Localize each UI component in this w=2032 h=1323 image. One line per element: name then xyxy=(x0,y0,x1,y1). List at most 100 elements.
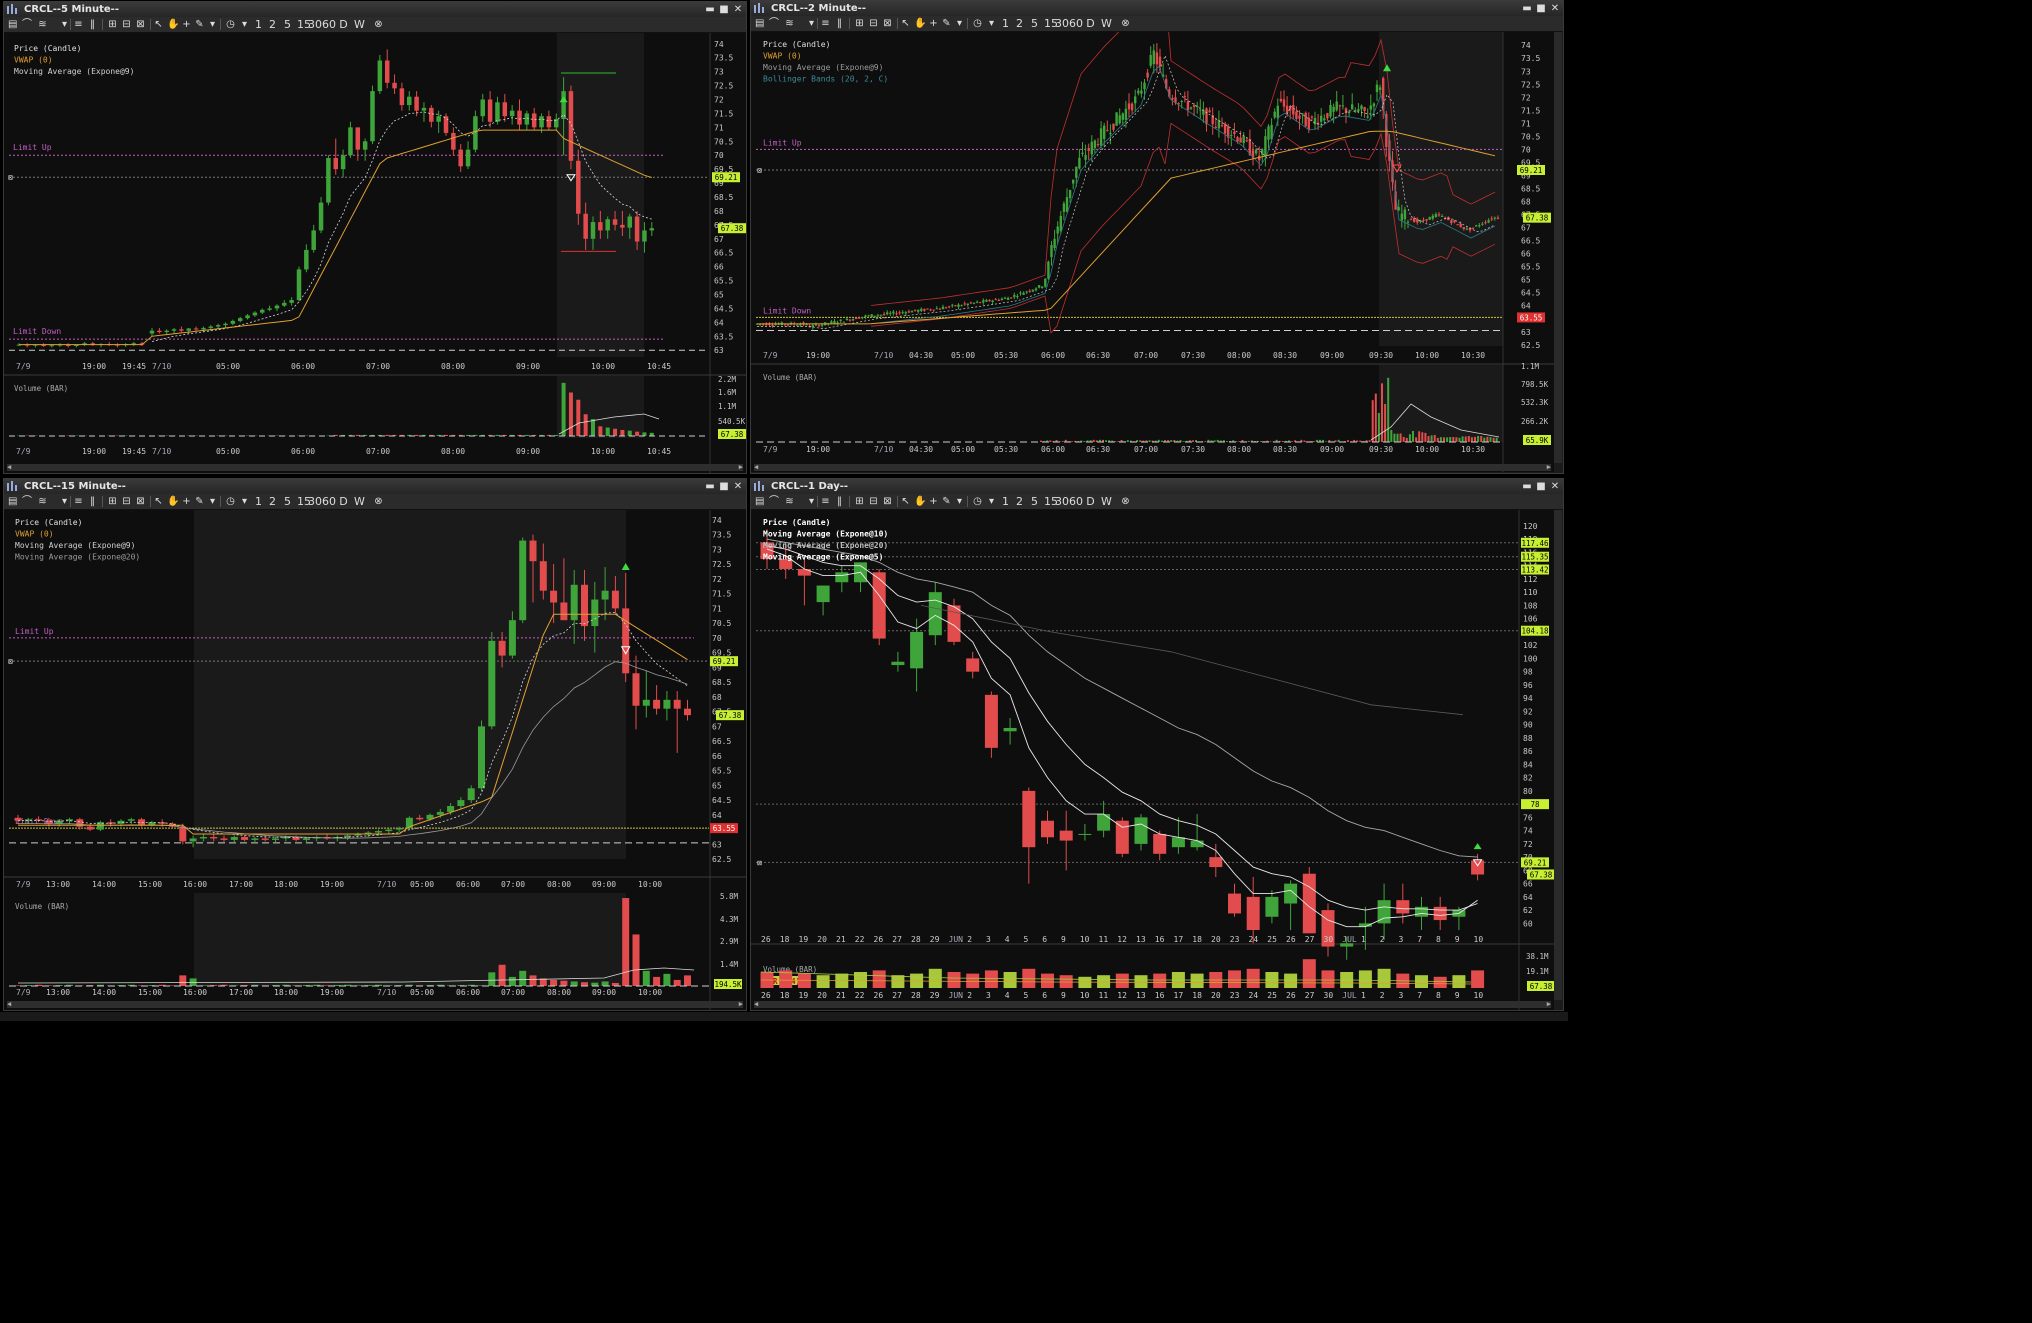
style-icon[interactable]: ⌒ xyxy=(769,17,779,30)
timeframe-2-button[interactable]: 2 xyxy=(268,18,277,31)
price-chart-5-minute[interactable]: 7473.57372.57271.57170.57069.56968.56867… xyxy=(4,33,746,473)
studies-icon[interactable]: ≋ xyxy=(785,17,794,30)
timeframe-D-button[interactable]: D xyxy=(339,18,348,31)
timeframe-5-button[interactable]: 5 xyxy=(1030,495,1039,508)
pause-icon[interactable]: ‖ xyxy=(88,495,97,508)
price-chart-1-day[interactable]: 1201181161141121101081061041021009896949… xyxy=(751,510,1554,1010)
grid-icon[interactable]: ⊞ xyxy=(855,17,864,30)
list-icon[interactable]: ≡ xyxy=(74,495,83,508)
close-button[interactable]: ✕ xyxy=(732,481,744,492)
pencil-icon[interactable]: ✎ xyxy=(942,17,951,30)
style-icon[interactable]: ⌒ xyxy=(769,495,779,508)
chevron-down-icon[interactable]: ▾ xyxy=(987,495,996,508)
pencil-icon[interactable]: ✎ xyxy=(195,18,204,31)
pencil-icon[interactable]: ✎ xyxy=(942,495,951,508)
window-titlebar[interactable]: CRCL--5 Minute-- ▬ ■ ✕ xyxy=(4,2,746,17)
link-symbol-icon[interactable]: ⊗ xyxy=(374,18,383,31)
pointer-icon[interactable]: ↖ xyxy=(901,17,910,30)
grid-icon[interactable]: ⊞ xyxy=(108,495,117,508)
hand-icon[interactable]: ✋ xyxy=(167,18,179,31)
horizontal-scrollbar[interactable]: ◀ ▶ xyxy=(754,463,1551,471)
crosshair-icon[interactable]: + xyxy=(182,18,191,31)
horizontal-scrollbar[interactable]: ◀ ▶ xyxy=(754,1000,1551,1008)
pointer-icon[interactable]: ↖ xyxy=(154,18,163,31)
chart-type-icon[interactable]: ▤ xyxy=(8,495,17,508)
chevron-down-icon[interactable]: ▾ xyxy=(955,495,964,508)
vertical-scrollbar[interactable] xyxy=(1554,510,1562,1000)
price-chart-2-minute[interactable]: 7473.57372.57271.57170.57069.56968.56867… xyxy=(751,32,1554,472)
style-icon[interactable]: ⌒ xyxy=(22,18,32,31)
clock-icon[interactable]: ◷ xyxy=(973,17,982,30)
minimize-button[interactable]: ▬ xyxy=(1521,481,1533,492)
chart-window-2-minute[interactable]: CRCL--2 Minute-- ▬ ■ ✕ ▤ ⌒ ≋ ▾ ≡ ‖ ⊞ ⊟ ⊠ ↖ ✋ + ✎ ▾ ◷ ▾ 1… xyxy=(750,0,1564,474)
timeframe-5-button[interactable]: 5 xyxy=(1030,17,1039,30)
window-titlebar[interactable]: CRCL--1 Day-- ▬ ■ ✕ xyxy=(751,479,1563,494)
studies-icon[interactable]: ≋ xyxy=(38,495,47,508)
grid-icon[interactable]: ⊞ xyxy=(855,495,864,508)
timeframe-2-button[interactable]: 2 xyxy=(1015,17,1024,30)
chevron-down-icon[interactable]: ▾ xyxy=(987,17,996,30)
minimize-button[interactable]: ▬ xyxy=(1521,3,1533,14)
horizontal-scrollbar[interactable]: ◀ ▶ xyxy=(7,1000,743,1008)
pointer-icon[interactable]: ↖ xyxy=(901,495,910,508)
timeframe-1-button[interactable]: 1 xyxy=(1001,495,1010,508)
pause-icon[interactable]: ‖ xyxy=(88,18,97,31)
chevron-down-icon[interactable]: ▾ xyxy=(240,495,249,508)
chevron-down-icon[interactable]: ▾ xyxy=(60,18,69,31)
chevron-down-icon[interactable]: ▾ xyxy=(955,17,964,30)
chart-type-icon[interactable]: ▤ xyxy=(755,495,764,508)
vertical-scrollbar[interactable] xyxy=(1554,32,1562,463)
timeframe-1-button[interactable]: 1 xyxy=(1001,17,1010,30)
close-button[interactable]: ✕ xyxy=(1549,481,1561,492)
timeframe-W-button[interactable]: W xyxy=(1101,17,1112,30)
timeframe-30-button[interactable]: 30 xyxy=(1055,17,1069,30)
hand-icon[interactable]: ✋ xyxy=(914,495,926,508)
list-icon[interactable]: ≡ xyxy=(821,17,830,30)
layout-icon[interactable]: ⊠ xyxy=(136,18,145,31)
clock-icon[interactable]: ◷ xyxy=(226,495,235,508)
chart-window-1-day[interactable]: CRCL--1 Day-- ▬ ■ ✕ ▤ ⌒ ≋ ▾ ≡ ‖ ⊞ ⊟ ⊠ ↖ ✋ + ✎ ▾ ◷ ▾ 1 2 5 1… xyxy=(750,478,1564,1011)
chevron-down-icon[interactable]: ▾ xyxy=(807,495,816,508)
split-icon[interactable]: ⊟ xyxy=(869,495,878,508)
chevron-down-icon[interactable]: ▾ xyxy=(807,17,816,30)
chart-window-15-minute[interactable]: CRCL--15 Minute-- ▬ ■ ✕ ▤ ⌒ ≋ ▾ ≡ ‖ ⊞ ⊟ ⊠ ↖ ✋ + ✎ ▾ ◷ ▾… xyxy=(3,478,747,1011)
clock-icon[interactable]: ◷ xyxy=(226,18,235,31)
studies-icon[interactable]: ≋ xyxy=(785,495,794,508)
chevron-down-icon[interactable]: ▾ xyxy=(208,18,217,31)
link-symbol-icon[interactable]: ⊗ xyxy=(1121,495,1130,508)
horizontal-scrollbar[interactable]: ◀ ▶ xyxy=(7,463,743,471)
timeframe-D-button[interactable]: D xyxy=(339,495,348,508)
close-button[interactable]: ✕ xyxy=(1549,3,1561,14)
price-chart-15-minute[interactable]: 7473.57372.57271.57170.57069.56968.56867… xyxy=(4,510,746,1010)
list-icon[interactable]: ≡ xyxy=(74,18,83,31)
timeframe-30-button[interactable]: 30 xyxy=(308,495,322,508)
close-button[interactable]: ✕ xyxy=(732,4,744,15)
studies-icon[interactable]: ≋ xyxy=(38,18,47,31)
timeframe-2-button[interactable]: 2 xyxy=(1015,495,1024,508)
style-icon[interactable]: ⌒ xyxy=(22,495,32,508)
crosshair-icon[interactable]: + xyxy=(182,495,191,508)
split-icon[interactable]: ⊟ xyxy=(122,495,131,508)
timeframe-D-button[interactable]: D xyxy=(1086,495,1095,508)
timeframe-60-button[interactable]: 60 xyxy=(1069,495,1083,508)
minimize-button[interactable]: ▬ xyxy=(704,4,716,15)
crosshair-icon[interactable]: + xyxy=(929,495,938,508)
maximize-button[interactable]: ■ xyxy=(1535,3,1547,14)
chevron-down-icon[interactable]: ▾ xyxy=(208,495,217,508)
grid-icon[interactable]: ⊞ xyxy=(108,18,117,31)
crosshair-icon[interactable]: + xyxy=(929,17,938,30)
chart-window-5-minute[interactable]: CRCL--5 Minute-- ▬ ■ ✕ ▤ ⌒ ≋ ▾ ≡ ‖ ⊞ ⊟ ⊠ ↖ ✋ + ✎ ▾ ◷ ▾ 1… xyxy=(3,1,747,474)
hand-icon[interactable]: ✋ xyxy=(167,495,179,508)
layout-icon[interactable]: ⊠ xyxy=(883,495,892,508)
maximize-button[interactable]: ■ xyxy=(1535,481,1547,492)
chart-type-icon[interactable]: ▤ xyxy=(8,18,17,31)
timeframe-60-button[interactable]: 60 xyxy=(322,18,336,31)
pause-icon[interactable]: ‖ xyxy=(835,495,844,508)
list-icon[interactable]: ≡ xyxy=(821,495,830,508)
timeframe-W-button[interactable]: W xyxy=(354,18,365,31)
minimize-button[interactable]: ▬ xyxy=(704,481,716,492)
timeframe-5-button[interactable]: 5 xyxy=(283,18,292,31)
layout-icon[interactable]: ⊠ xyxy=(883,17,892,30)
timeframe-60-button[interactable]: 60 xyxy=(322,495,336,508)
timeframe-1-button[interactable]: 1 xyxy=(254,18,263,31)
